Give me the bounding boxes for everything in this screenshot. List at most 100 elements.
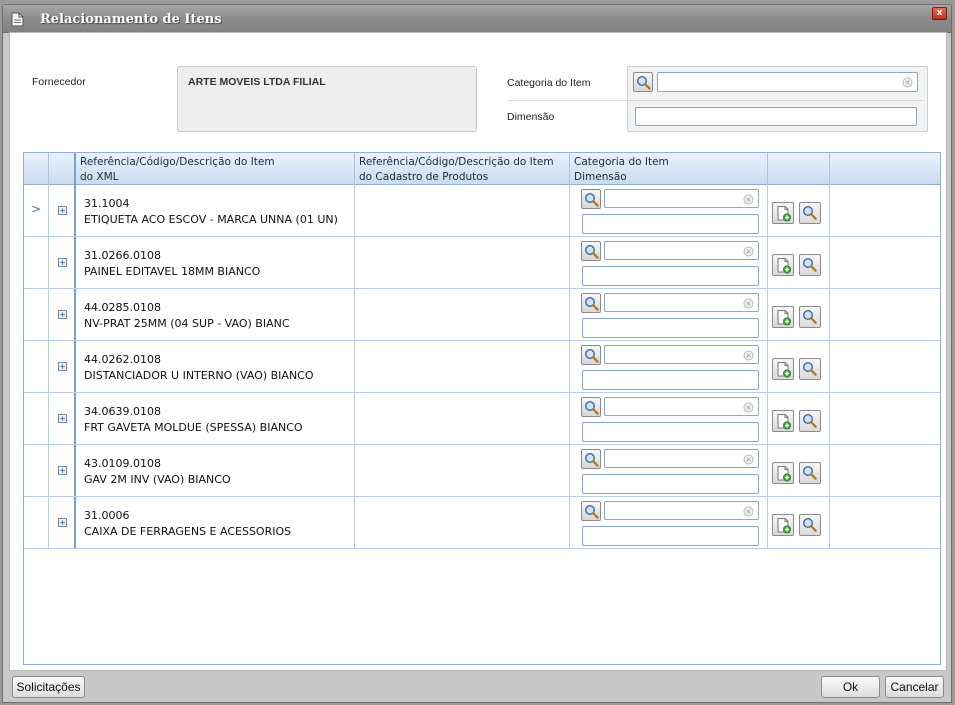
product-item-cell[interactable] xyxy=(355,289,570,340)
row-dimension-input[interactable] xyxy=(582,266,759,286)
header-product-item[interactable]: Referência/Código/Descrição do Item do C… xyxy=(355,153,570,185)
ok-button[interactable]: Ok xyxy=(821,676,880,698)
add-product-button[interactable] xyxy=(772,254,794,276)
row-category-search-button[interactable] xyxy=(581,189,601,209)
row-category-search-button[interactable] xyxy=(581,241,601,261)
search-product-button[interactable] xyxy=(799,306,821,328)
search-product-button[interactable] xyxy=(799,462,821,484)
add-document-icon xyxy=(777,518,791,534)
table-row[interactable]: +31.0006 CAIXA DE FERRAGENS E ACESSORIOS xyxy=(24,497,940,549)
product-item-cell[interactable] xyxy=(355,237,570,288)
row-indicator-cell[interactable] xyxy=(24,237,49,288)
magnifier-icon xyxy=(584,504,599,519)
product-item-cell[interactable] xyxy=(355,445,570,496)
magnifier-icon xyxy=(802,205,817,220)
xml-item-cell[interactable]: 31.0266.0108 PAINEL EDITAVEL 18MM BIANCO xyxy=(76,237,355,288)
row-category-input[interactable] xyxy=(604,345,759,364)
magnifier-icon xyxy=(802,465,817,480)
add-product-button[interactable] xyxy=(772,306,794,328)
row-category-input[interactable] xyxy=(604,501,759,520)
row-indicator-cell[interactable] xyxy=(24,497,49,548)
row-dimension-input[interactable] xyxy=(582,526,759,546)
row-indicator-cell[interactable] xyxy=(24,393,49,444)
row-category-search-button[interactable] xyxy=(581,293,601,313)
row-indicator-cell[interactable] xyxy=(24,445,49,496)
add-product-button[interactable] xyxy=(772,202,794,224)
clear-icon[interactable] xyxy=(902,77,913,88)
header-category[interactable]: Categoria do Item Dimensão xyxy=(570,153,768,185)
row-category-input[interactable] xyxy=(604,397,759,416)
item-code: 34.0639.0108 xyxy=(84,405,161,418)
clear-icon[interactable] xyxy=(743,402,754,413)
table-row[interactable]: > +31.1004 ETIQUETA ACO ESCOV - MARCA UNNA… xyxy=(24,185,940,237)
table-row[interactable]: +44.0285.0108 NV-PRAT 25MM (04 SUP - VAO)… xyxy=(24,289,940,341)
expander-cell: + xyxy=(49,185,76,236)
clear-icon[interactable] xyxy=(743,506,754,517)
product-item-cell[interactable] xyxy=(355,393,570,444)
requests-button[interactable]: Solicitações xyxy=(12,676,85,698)
expand-icon[interactable]: + xyxy=(58,518,67,527)
cancel-button[interactable]: Cancelar xyxy=(885,676,944,698)
category-dimension-cell xyxy=(570,185,768,236)
xml-item-cell[interactable]: 34.0639.0108 FRT GAVETA MOLDUE (SPESSA) B… xyxy=(76,393,355,444)
clear-icon[interactable] xyxy=(743,194,754,205)
add-product-button[interactable] xyxy=(772,514,794,536)
row-category-input[interactable] xyxy=(604,189,759,208)
add-product-button[interactable] xyxy=(772,410,794,432)
expand-icon[interactable]: + xyxy=(58,310,67,319)
expand-icon[interactable]: + xyxy=(58,206,67,215)
xml-item-cell[interactable]: 31.1004 ETIQUETA ACO ESCOV - MARCA UNNA (… xyxy=(76,185,355,236)
row-dimension-input[interactable] xyxy=(582,214,759,234)
expand-icon[interactable]: + xyxy=(58,414,67,423)
close-button[interactable]: x xyxy=(932,7,947,20)
xml-item-cell[interactable]: 44.0285.0108 NV-PRAT 25MM (04 SUP - VAO) … xyxy=(76,289,355,340)
search-product-button[interactable] xyxy=(799,202,821,224)
row-dimension-input[interactable] xyxy=(582,370,759,390)
dimension-input[interactable] xyxy=(635,107,917,126)
row-dimension-input[interactable] xyxy=(582,318,759,338)
table-row[interactable]: +34.0639.0108 FRT GAVETA MOLDUE (SPESSA) … xyxy=(24,393,940,445)
category-input[interactable] xyxy=(657,72,918,92)
product-item-cell[interactable] xyxy=(355,185,570,236)
add-product-button[interactable] xyxy=(772,462,794,484)
row-indicator-cell[interactable] xyxy=(24,289,49,340)
current-row-indicator: > xyxy=(31,202,42,216)
xml-item-cell[interactable]: 43.0109.0108 GAV 2M INV (VAO) BIANCO xyxy=(76,445,355,496)
window-title: Relacionamento de Itens xyxy=(40,12,222,27)
expand-icon[interactable]: + xyxy=(58,362,67,371)
header-xml-item[interactable]: Referência/Código/Descrição do Item do X… xyxy=(76,153,355,185)
product-item-cell[interactable] xyxy=(355,341,570,392)
category-search-button[interactable] xyxy=(633,72,653,92)
row-category-input[interactable] xyxy=(604,241,759,260)
row-category-search-button[interactable] xyxy=(581,501,601,521)
xml-item-cell[interactable]: 31.0006 CAIXA DE FERRAGENS E ACESSORIOS xyxy=(76,497,355,548)
clear-icon[interactable] xyxy=(743,454,754,465)
product-item-cell[interactable] xyxy=(355,497,570,548)
table-row[interactable]: +44.0262.0108 DISTANCIADOR U INTERNO (VAO… xyxy=(24,341,940,393)
row-category-search-button[interactable] xyxy=(581,449,601,469)
search-product-button[interactable] xyxy=(799,358,821,380)
add-document-icon xyxy=(777,258,791,274)
clear-icon[interactable] xyxy=(743,298,754,309)
xml-item-cell[interactable]: 44.0262.0108 DISTANCIADOR U INTERNO (VAO)… xyxy=(76,341,355,392)
table-row[interactable]: +43.0109.0108 GAV 2M INV (VAO) BIANCO xyxy=(24,445,940,497)
row-category-input[interactable] xyxy=(604,449,759,468)
row-category-search-button[interactable] xyxy=(581,397,601,417)
search-product-button[interactable] xyxy=(799,410,821,432)
row-category-search-button[interactable] xyxy=(581,345,601,365)
clear-icon[interactable] xyxy=(743,350,754,361)
search-product-button[interactable] xyxy=(799,254,821,276)
title-bar[interactable]: Relacionamento de Itens x xyxy=(3,5,951,33)
clear-icon[interactable] xyxy=(743,246,754,257)
row-category-input[interactable] xyxy=(604,293,759,312)
search-product-button[interactable] xyxy=(799,514,821,536)
row-dimension-input[interactable] xyxy=(582,422,759,442)
row-indicator-cell[interactable] xyxy=(24,341,49,392)
expand-icon[interactable]: + xyxy=(58,258,67,267)
table-row[interactable]: +31.0266.0108 PAINEL EDITAVEL 18MM BIANCO xyxy=(24,237,940,289)
expand-icon[interactable]: + xyxy=(58,466,67,475)
actions-cell xyxy=(768,341,830,392)
row-dimension-input[interactable] xyxy=(582,474,759,494)
row-indicator-cell[interactable]: > xyxy=(24,185,49,236)
add-product-button[interactable] xyxy=(772,358,794,380)
